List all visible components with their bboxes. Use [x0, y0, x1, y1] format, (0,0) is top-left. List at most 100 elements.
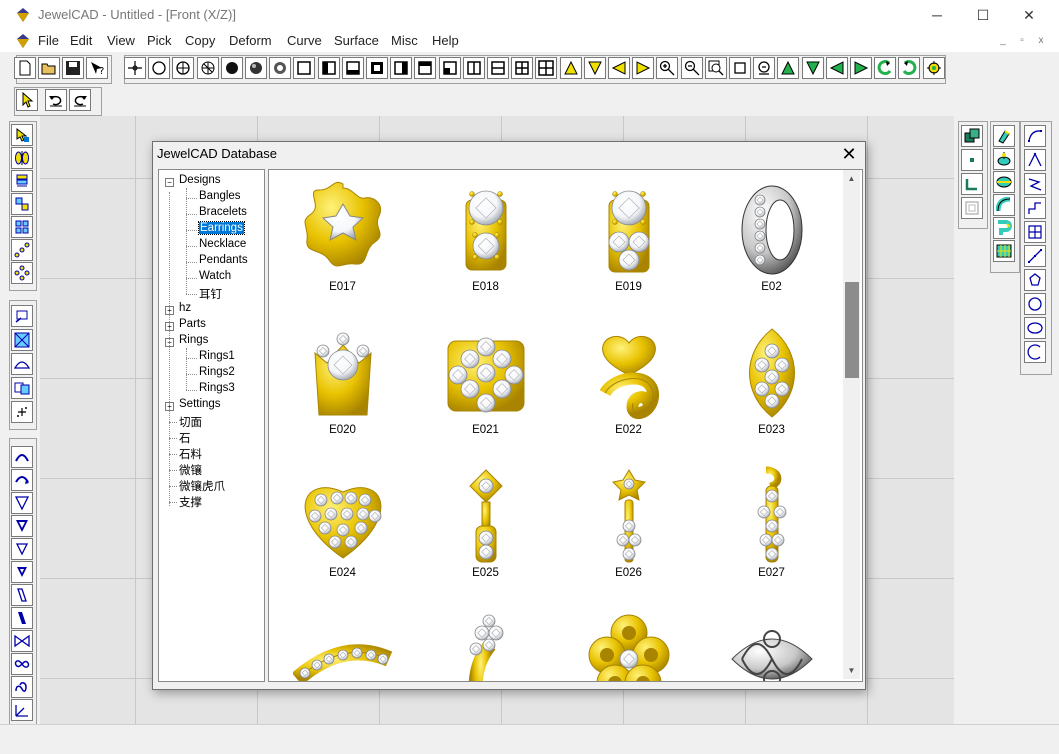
zoom-window-button[interactable]	[705, 57, 727, 79]
view-left-button[interactable]	[318, 57, 340, 79]
spin-cw-button[interactable]	[898, 57, 920, 79]
crosshair-button[interactable]	[124, 57, 146, 79]
tree-item-parts[interactable]: Parts	[179, 318, 206, 330]
design-thumbnail[interactable]	[700, 603, 843, 681]
maximize-button[interactable]: ☐	[960, 0, 1006, 30]
ellipse-curve-button[interactable]	[1024, 317, 1046, 339]
design-thumbnail[interactable]: E020	[271, 317, 414, 460]
arc-up-button[interactable]	[11, 446, 33, 468]
design-thumbnail-grid[interactable]: E017 E018 E019 E02 E020 E021 E022 E023 E…	[268, 169, 863, 682]
cone-button[interactable]	[11, 492, 33, 514]
infinity-button[interactable]	[11, 653, 33, 675]
move-copy-button[interactable]	[11, 377, 33, 399]
sphere-grid-button[interactable]	[197, 57, 219, 79]
zoom-in-button[interactable]	[656, 57, 678, 79]
pick-all-button[interactable]	[11, 124, 33, 146]
center-point-button[interactable]	[961, 149, 983, 171]
mdi-minimize-button[interactable]: _	[996, 35, 1010, 47]
spin-ccw-button[interactable]	[874, 57, 896, 79]
zoom-out-button[interactable]	[681, 57, 703, 79]
dialog-close-button[interactable]: ✕	[839, 144, 859, 164]
mdi-close-button[interactable]: x	[1034, 35, 1048, 47]
rotate-down-button[interactable]	[802, 57, 824, 79]
fit-box-button[interactable]	[11, 329, 33, 351]
tree-item-watch[interactable]: Watch	[199, 270, 231, 282]
curve-line-button[interactable]	[1024, 245, 1046, 267]
bowtie-button[interactable]	[11, 630, 33, 652]
menu-deform[interactable]: Deform	[229, 33, 272, 48]
zoom-fit-button[interactable]	[753, 57, 775, 79]
design-thumbnail[interactable]: E021	[414, 317, 557, 460]
close-button[interactable]: ✕	[1006, 0, 1052, 30]
curve-mesh-button[interactable]	[1024, 221, 1046, 243]
jewelcad-app-icon[interactable]	[14, 6, 32, 24]
menu-copy[interactable]: Copy	[185, 33, 215, 48]
shaded-circle-button[interactable]	[245, 57, 267, 79]
menu-view[interactable]: View	[107, 33, 135, 48]
zoom-box-button[interactable]	[729, 57, 751, 79]
undo-button[interactable]	[45, 89, 67, 111]
help-pointer-button[interactable]: ?	[86, 57, 108, 79]
frame-button[interactable]	[961, 197, 983, 219]
tree-item-node-7[interactable]: 耳钉	[199, 286, 222, 302]
open-file-button[interactable]	[38, 57, 60, 79]
design-thumbnail[interactable]	[557, 603, 700, 681]
tree-item-node-18[interactable]: 微镶	[179, 462, 202, 478]
tree-item-earrings[interactable]: Earrings	[198, 221, 245, 235]
tube-button[interactable]	[993, 194, 1015, 216]
split-four-button[interactable]	[511, 57, 533, 79]
menu-curve[interactable]: Curve	[287, 33, 322, 48]
design-thumbnail[interactable]: E02	[700, 174, 843, 317]
extrude-button[interactable]	[993, 125, 1015, 147]
design-thumbnail[interactable]	[271, 603, 414, 681]
parallelogram-button[interactable]	[11, 584, 33, 606]
new-file-button[interactable]	[14, 57, 36, 79]
menu-help[interactable]: Help	[432, 33, 459, 48]
tree-item-necklace[interactable]: Necklace	[199, 238, 246, 250]
rotate-right-button[interactable]	[850, 57, 872, 79]
axis-button[interactable]	[11, 699, 33, 721]
cone-filled-button[interactable]	[11, 515, 33, 537]
loft-button[interactable]	[993, 171, 1015, 193]
split-horizontal-button[interactable]	[487, 57, 509, 79]
tree-item-node-16[interactable]: 石	[179, 430, 191, 446]
triangle-down-button[interactable]	[584, 57, 606, 79]
render-circle-button[interactable]	[269, 57, 291, 79]
tree-item-node-20[interactable]: 支撑	[179, 494, 202, 510]
circle-button[interactable]	[148, 57, 170, 79]
tree-item-rings1[interactable]: Rings1	[199, 350, 235, 362]
save-button[interactable]	[62, 57, 84, 79]
circle-curve-button[interactable]	[1024, 293, 1046, 315]
curve-zigzag-button[interactable]	[1024, 173, 1046, 195]
rotate-up-button[interactable]	[777, 57, 799, 79]
dome-button[interactable]	[11, 353, 33, 375]
view-right-button[interactable]	[390, 57, 412, 79]
tree-item-node-15[interactable]: 切面	[179, 414, 202, 430]
pick-cluster-button[interactable]	[11, 262, 33, 284]
menu-pick[interactable]: Pick	[147, 33, 172, 48]
triangle-up-button[interactable]	[560, 57, 582, 79]
rotate-left-button[interactable]	[826, 57, 848, 79]
cone-small-filled-button[interactable]	[11, 561, 33, 583]
design-thumbnail[interactable]: E022	[557, 317, 700, 460]
design-thumbnail[interactable]: E019	[557, 174, 700, 317]
corner-button[interactable]	[961, 173, 983, 195]
mdi-restore-button[interactable]: ▫	[1015, 35, 1029, 47]
sweep-button[interactable]	[993, 217, 1015, 239]
add-point-button[interactable]	[11, 401, 33, 423]
redo-button[interactable]	[69, 89, 91, 111]
arc-curve-button[interactable]	[1024, 341, 1046, 363]
tree-item-node-17[interactable]: 石料	[179, 446, 202, 462]
tree-item-pendants[interactable]: Pendants	[199, 254, 248, 266]
menu-file[interactable]: File	[38, 33, 59, 48]
render-settings-button[interactable]	[923, 57, 945, 79]
scroll-down-arrow-icon[interactable]: ▼	[843, 662, 860, 679]
tree-item-hz[interactable]: hz	[179, 302, 191, 314]
design-thumbnail[interactable]: E024	[271, 460, 414, 603]
pick-stack-button[interactable]	[11, 170, 33, 192]
design-thumbnail[interactable]: E026	[557, 460, 700, 603]
triangle-right-button[interactable]	[632, 57, 654, 79]
design-thumbnail[interactable]: E017	[271, 174, 414, 317]
collapse-icon[interactable]: −	[165, 178, 174, 187]
tree-item-designs[interactable]: Designs	[179, 174, 221, 186]
